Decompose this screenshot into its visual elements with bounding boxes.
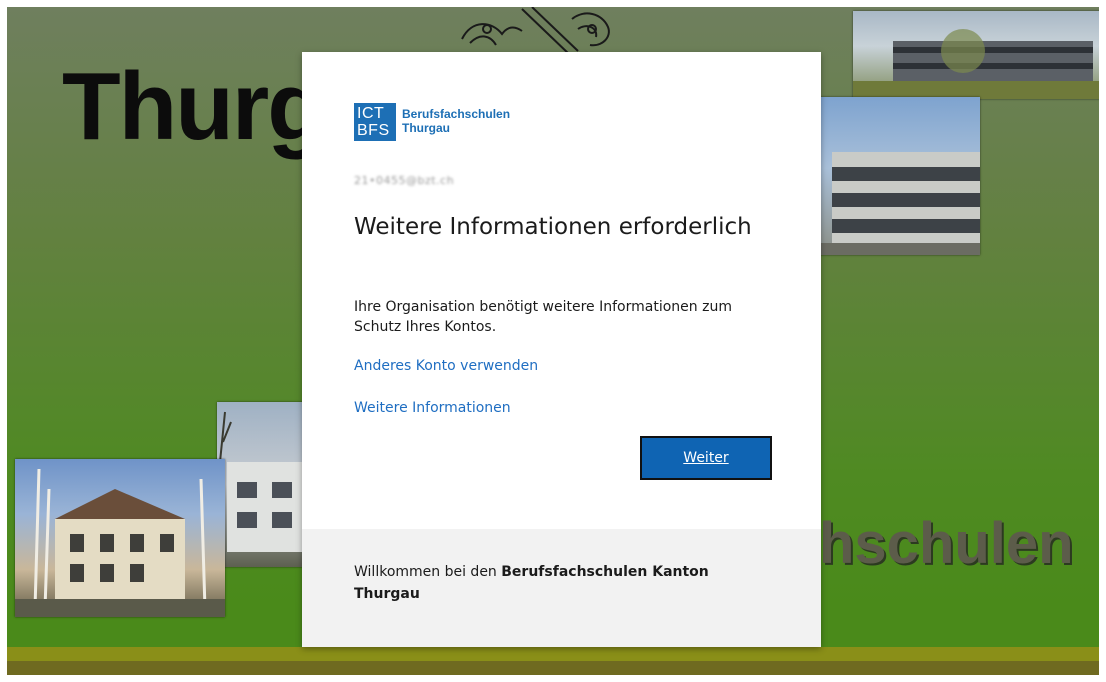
school-building-photo: [853, 11, 1099, 99]
logo-mark: ICT BFS: [354, 103, 396, 141]
background-stripe-top: [7, 647, 1099, 661]
logo-name-line2: Thurgau: [402, 121, 450, 135]
next-button[interactable]: Weiter: [640, 436, 772, 480]
background-stripe-bottom: [7, 661, 1099, 675]
school-building-photo: [15, 459, 225, 617]
sign-in-dialog: ICT BFS Berufsfachschulen Thurgau 21•045…: [302, 52, 821, 647]
background-title: Thurg: [62, 53, 326, 160]
background-subtitle: hschulen: [819, 511, 1074, 576]
welcome-prefix: Willkommen bei den: [354, 564, 502, 580]
school-building-photo: [812, 97, 980, 255]
description-text: Ihre Organisation benötigt weitere Infor…: [354, 299, 732, 335]
logo-name: Berufsfachschulen Thurgau: [402, 103, 510, 135]
logo-mark-line1: ICT: [357, 105, 385, 122]
use-other-account-link[interactable]: Anderes Konto verwenden: [354, 358, 538, 374]
account-email: 21•0455@bzt.ch: [354, 174, 455, 187]
logo-mark-line2: BFS: [357, 122, 390, 139]
organization-logo: ICT BFS Berufsfachschulen Thurgau: [354, 103, 510, 141]
welcome-text: Willkommen bei den Berufsfachschulen Kan…: [354, 561, 774, 605]
page-title: Weitere Informationen erforderlich: [354, 214, 752, 240]
logo-name-line1: Berufsfachschulen: [402, 107, 511, 121]
dialog-footer: Willkommen bei den Berufsfachschulen Kan…: [302, 529, 821, 647]
more-information-link[interactable]: Weitere Informationen: [354, 400, 511, 416]
